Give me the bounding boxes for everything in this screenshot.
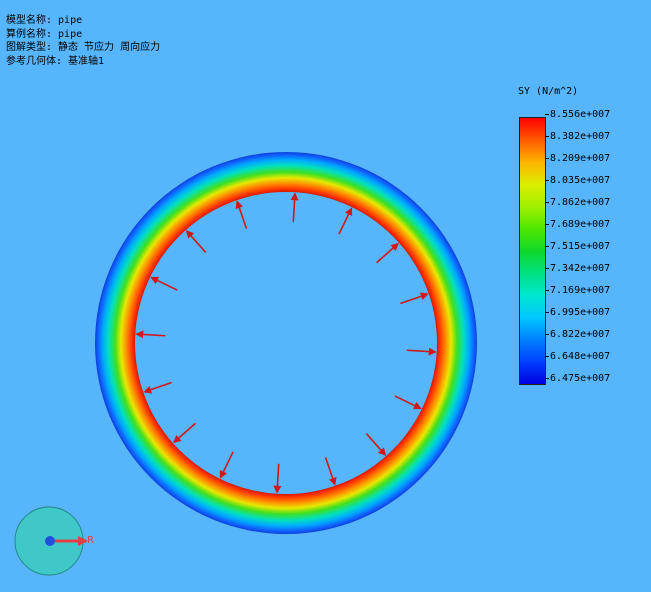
pressure-arrow bbox=[324, 457, 337, 486]
pressure-arrow bbox=[173, 422, 196, 444]
legend-tick-label: 7.689e+007 bbox=[545, 218, 610, 231]
legend-tick-label: 8.382e+007 bbox=[545, 130, 610, 143]
pressure-arrow bbox=[143, 381, 172, 394]
reference-triad[interactable]: R bbox=[14, 506, 94, 576]
pressure-arrow bbox=[235, 200, 248, 229]
legend-tick-label: 8.556e+007 bbox=[545, 108, 610, 121]
legend-tick-label: 6.822e+007 bbox=[545, 328, 610, 341]
legend-tick-text: 6.475e+007 bbox=[550, 373, 611, 384]
legend-tick-text: 6.822e+007 bbox=[550, 329, 611, 340]
pressure-arrow bbox=[365, 433, 387, 456]
legend-tick-text: 7.342e+007 bbox=[550, 263, 611, 274]
pressure-arrow bbox=[135, 330, 166, 339]
pressure-arrow bbox=[219, 451, 234, 479]
legend-tick-text: 7.515e+007 bbox=[550, 241, 611, 252]
legend-tick-label: 7.342e+007 bbox=[545, 262, 610, 275]
legend-title: SY (N/m^2) bbox=[518, 86, 579, 97]
legend-tick-text: 8.035e+007 bbox=[550, 175, 611, 186]
legend-tick-label: 8.209e+007 bbox=[545, 152, 610, 165]
pressure-arrow bbox=[273, 463, 282, 494]
triad-center bbox=[45, 536, 55, 546]
legend-tick-text: 6.995e+007 bbox=[550, 307, 611, 318]
legend-tick-text: 7.689e+007 bbox=[550, 219, 611, 230]
legend-tick-text: 7.862e+007 bbox=[550, 197, 611, 208]
legend-tick-label: 7.515e+007 bbox=[545, 240, 610, 253]
legend-tick-text: 8.209e+007 bbox=[550, 153, 611, 164]
legend-tick-label: 6.995e+007 bbox=[545, 306, 610, 319]
legend-tick-label: 7.169e+007 bbox=[545, 284, 610, 297]
legend-tick-text: 7.169e+007 bbox=[550, 285, 611, 296]
legend-tick-label: 6.648e+007 bbox=[545, 350, 610, 363]
legend-tick-label: 8.035e+007 bbox=[545, 174, 610, 187]
pressure-arrow bbox=[406, 347, 437, 356]
pressure-arrow bbox=[185, 230, 207, 253]
pressure-load-arrows bbox=[135, 192, 437, 494]
pressure-arrow bbox=[376, 242, 399, 264]
pressure-arrow bbox=[290, 192, 299, 223]
legend-tick-text: 6.648e+007 bbox=[550, 351, 611, 362]
legend-tick-label: 6.475e+007 bbox=[545, 372, 610, 385]
legend-tick-label: 7.862e+007 bbox=[545, 196, 610, 209]
triad-r-label: R bbox=[87, 535, 94, 546]
legend-color-bar bbox=[519, 117, 546, 385]
pipe-cross-section[interactable] bbox=[95, 152, 477, 534]
pressure-arrow bbox=[338, 207, 353, 235]
pressure-arrow bbox=[400, 292, 429, 305]
pressure-arrow bbox=[394, 395, 422, 410]
legend-tick-text: 8.556e+007 bbox=[550, 109, 611, 120]
pressure-arrow bbox=[150, 276, 178, 291]
legend-tick-text: 8.382e+007 bbox=[550, 131, 611, 142]
